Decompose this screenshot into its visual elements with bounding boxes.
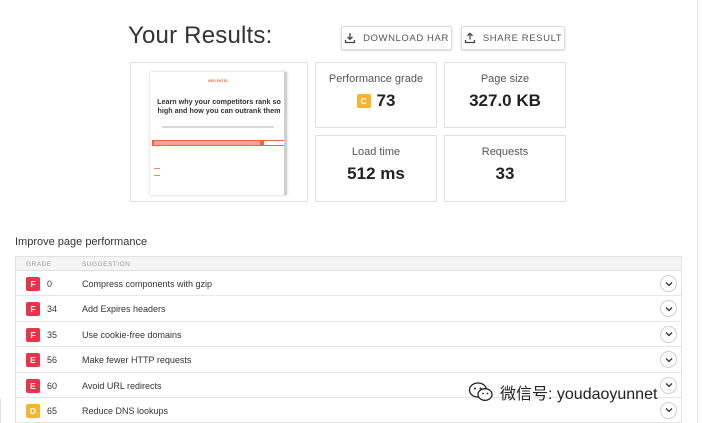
share-result-button[interactable]: SHARE RESULT [461, 26, 565, 50]
preview-form-bar [152, 140, 286, 146]
share-icon [464, 32, 475, 44]
suggestion-text: Compress components with gzip [82, 279, 213, 289]
grade-badge: C [356, 94, 371, 108]
preview-heading: Learn why your competitors rank so high … [157, 97, 281, 115]
score-value: 34 [47, 304, 58, 315]
load-time-card: Load time 512 ms [315, 135, 437, 202]
grade-badge: E [26, 353, 40, 368]
column-header-grade: GRADE [26, 261, 52, 268]
page-screenshot-thumbnail: NEILPATEL Learn why your competitors ran… [150, 72, 287, 195]
performance-grade-label: Performance grade [328, 73, 424, 85]
chevron-down-icon [665, 281, 672, 286]
table-row[interactable]: F 35 Use cookie-free domains [16, 322, 681, 348]
requests-value: 33 [495, 164, 515, 183]
expand-row-button[interactable] [660, 275, 677, 292]
load-time-value: 512 ms [347, 164, 405, 183]
page-preview-card: NEILPATEL Learn why your competitors ran… [130, 62, 308, 202]
suggestion-text: Add Expires headers [82, 304, 166, 315]
suggestion-text: Avoid URL redirects [82, 380, 162, 391]
grade-badge: F [26, 327, 40, 342]
score-value: 35 [47, 329, 58, 340]
improve-section-title: Improve page performance [15, 236, 148, 248]
grade-badge: E [26, 378, 40, 393]
table-row[interactable]: F 0 Compress components with gzip [16, 271, 681, 297]
preview-subtext [162, 126, 274, 128]
score-value: 60 [47, 380, 58, 391]
score-value: 65 [47, 405, 58, 416]
page-divider-left [0, 398, 1, 423]
preview-submit [264, 141, 284, 145]
table-row[interactable]: F 34 Add Expires headers [16, 296, 681, 322]
performance-score: 73 [376, 91, 396, 110]
page-size-label: Page size [480, 73, 530, 85]
expand-row-button[interactable] [660, 300, 677, 318]
table-header: GRADE SUGGESTION [16, 257, 681, 271]
page-size-card: Page size 327.0 KB [444, 62, 566, 128]
download-har-button[interactable]: DOWNLOAD HAR [341, 26, 452, 50]
share-result-label: SHARE RESULT [482, 32, 563, 44]
expand-row-button[interactable] [660, 376, 677, 394]
expand-row-button[interactable] [660, 351, 677, 369]
preview-url-field [154, 141, 260, 145]
download-har-label: DOWNLOAD HAR [363, 32, 449, 44]
requests-card: Requests 33 [444, 135, 566, 202]
preview-decoration [154, 168, 160, 169]
watermark-text: 微信号: youdaoyunnet [500, 386, 658, 403]
chevron-down-icon [665, 306, 672, 312]
watermark: 微信号: youdaoyunnet [468, 380, 657, 404]
page-size-value: 327.0 KB [469, 91, 541, 110]
preview-logo: NEILPATEL [208, 79, 229, 83]
suggestion-text: Use cookie-free domains [82, 329, 182, 340]
requests-label: Requests [481, 146, 529, 158]
expand-row-button[interactable] [660, 401, 677, 419]
grade-badge: D [26, 403, 40, 418]
grade-badge: F [26, 302, 40, 317]
score-value: 0 [47, 279, 53, 289]
score-value: 56 [47, 355, 58, 366]
performance-grade-card: Performance grade C 73 [315, 62, 437, 128]
load-time-label: Load time [351, 146, 401, 158]
preview-decoration [154, 175, 160, 176]
table-row[interactable]: E 56 Make fewer HTTP requests [16, 347, 681, 373]
column-header-suggestion: SUGGESTION [82, 261, 131, 268]
suggestion-text: Make fewer HTTP requests [82, 355, 192, 366]
grade-badge: F [26, 277, 40, 291]
performance-grade-value-row: C 73 [316, 91, 436, 111]
preview-scrollbar [284, 72, 287, 195]
chevron-down-icon [665, 408, 672, 413]
wechat-icon [468, 382, 493, 401]
page-title: Your Results: [128, 22, 273, 49]
suggestion-text: Reduce DNS lookups [82, 405, 169, 416]
expand-row-button[interactable] [660, 325, 677, 343]
download-icon [344, 33, 356, 44]
chevron-down-icon [665, 383, 672, 388]
page-divider [697, 0, 698, 423]
chevron-down-icon [665, 357, 672, 363]
chevron-down-icon [665, 332, 672, 337]
